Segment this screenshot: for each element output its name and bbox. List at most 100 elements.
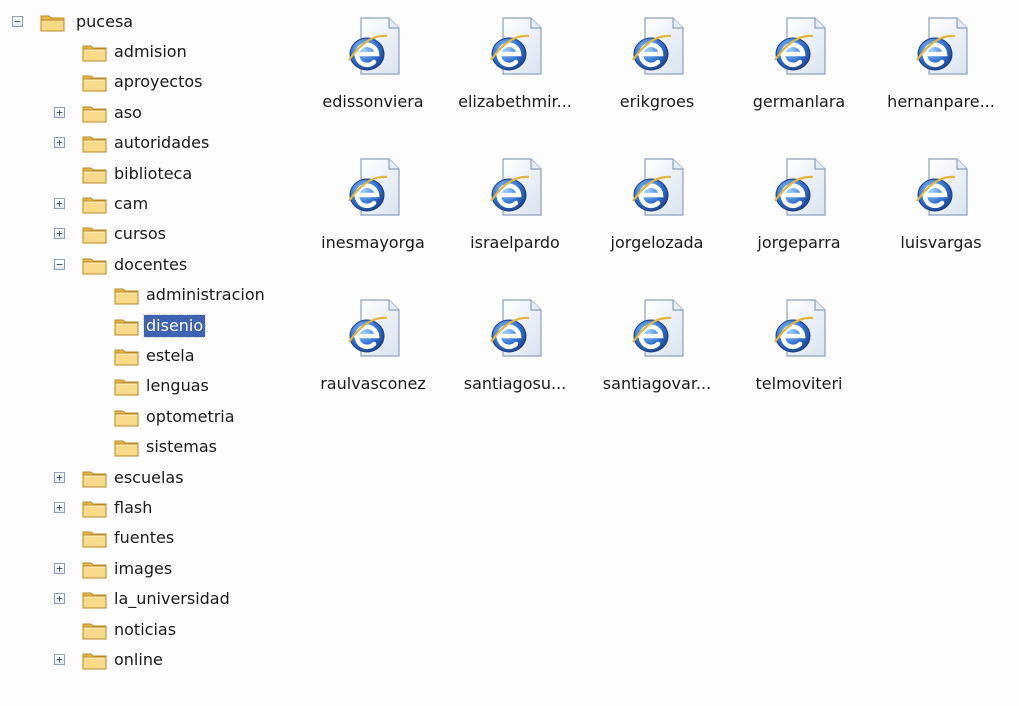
internet-explorer-document-icon bbox=[627, 16, 687, 78]
internet-explorer-document-icon bbox=[485, 16, 545, 78]
expand-icon[interactable]: + bbox=[54, 472, 65, 483]
expand-icon[interactable]: + bbox=[54, 654, 65, 665]
tree-label-sistemas: sistemas bbox=[146, 437, 217, 456]
expand-icon[interactable]: + bbox=[54, 593, 65, 604]
tree-label-aproyectos: aproyectos bbox=[114, 72, 203, 91]
folder-icon bbox=[82, 255, 108, 275]
folder-icon bbox=[82, 133, 108, 153]
file-browser: − pucesa admision aproyectos + aso + autorida… bbox=[0, 0, 1019, 706]
internet-explorer-document-icon bbox=[485, 298, 545, 360]
folder-open-icon bbox=[40, 12, 66, 32]
file-label: jorgelozada bbox=[610, 233, 704, 252]
tree-label-pucesa: pucesa bbox=[76, 12, 134, 31]
tree-node-cam[interactable]: + cam bbox=[0, 190, 300, 218]
file-item[interactable]: edissonviera bbox=[300, 8, 446, 123]
tree-node-optometria[interactable]: optometria bbox=[0, 403, 300, 431]
tree-label-estela: estela bbox=[146, 346, 195, 365]
folder-icon bbox=[82, 72, 108, 92]
internet-explorer-document-icon bbox=[627, 157, 687, 219]
internet-explorer-document-icon bbox=[911, 16, 971, 78]
file-label: hernanpare... bbox=[887, 92, 995, 111]
file-item[interactable]: telmoviteri bbox=[726, 290, 872, 405]
file-label: israelpardo bbox=[470, 233, 560, 252]
expand-icon[interactable]: + bbox=[54, 228, 65, 239]
internet-explorer-document-icon bbox=[627, 298, 687, 360]
folder-icon bbox=[114, 437, 140, 457]
folder-icon bbox=[82, 224, 108, 244]
tree-node-admision[interactable]: admision bbox=[0, 38, 300, 66]
file-item[interactable]: luisvargas bbox=[868, 149, 1014, 264]
tree-node-aproyectos[interactable]: aproyectos bbox=[0, 68, 300, 96]
file-item[interactable]: germanlara bbox=[726, 8, 872, 123]
tree-label-online: online bbox=[114, 650, 163, 669]
file-item[interactable]: jorgelozada bbox=[584, 149, 730, 264]
tree-label-admision: admision bbox=[114, 42, 187, 61]
tree-node-disenio[interactable]: disenio bbox=[0, 312, 300, 340]
expand-icon[interactable]: + bbox=[54, 563, 65, 574]
collapse-icon[interactable]: − bbox=[54, 259, 65, 270]
tree-node-fuentes[interactable]: fuentes bbox=[0, 524, 300, 552]
folder-icon bbox=[114, 407, 140, 427]
folder-icon bbox=[82, 559, 108, 579]
file-label: inesmayorga bbox=[321, 233, 425, 252]
file-item[interactable]: santiagosu... bbox=[442, 290, 588, 405]
tree-label-lenguas: lenguas bbox=[146, 376, 209, 395]
tree-node-administracion[interactable]: administracion bbox=[0, 281, 300, 309]
expand-icon[interactable]: + bbox=[54, 198, 65, 209]
folder-tree: − pucesa admision aproyectos + aso + autorida… bbox=[0, 0, 300, 706]
tree-node-estela[interactable]: estela bbox=[0, 342, 300, 370]
tree-node-biblioteca[interactable]: biblioteca bbox=[0, 160, 300, 188]
file-label: germanlara bbox=[752, 92, 846, 111]
tree-label-docentes: docentes bbox=[114, 255, 188, 274]
file-item[interactable]: hernanpare... bbox=[868, 8, 1014, 123]
tree-node-autoridades[interactable]: + autoridades bbox=[0, 129, 300, 157]
expand-icon[interactable]: + bbox=[54, 107, 65, 118]
collapse-icon[interactable]: − bbox=[12, 16, 23, 27]
tree-node-cursos[interactable]: + cursos bbox=[0, 220, 300, 248]
tree-label-autoridades: autoridades bbox=[114, 133, 210, 152]
expand-icon[interactable]: + bbox=[54, 502, 65, 513]
tree-node-sistemas[interactable]: sistemas bbox=[0, 433, 300, 461]
tree-label-optometria: optometria bbox=[146, 407, 235, 426]
internet-explorer-document-icon bbox=[911, 157, 971, 219]
tree-node-la-universidad[interactable]: + la_universidad bbox=[0, 585, 300, 613]
folder-icon bbox=[82, 194, 108, 214]
file-label: santiagovar... bbox=[602, 374, 712, 393]
tree-node-pucesa[interactable]: − pucesa bbox=[0, 8, 300, 36]
tree-node-images[interactable]: + images bbox=[0, 555, 300, 583]
folder-icon bbox=[82, 650, 108, 670]
file-item[interactable]: santiagovar... bbox=[584, 290, 730, 405]
file-item[interactable]: inesmayorga bbox=[300, 149, 446, 264]
file-list: edissonviera elizabethmir... erikgroes germ… bbox=[300, 0, 1019, 706]
file-label: luisvargas bbox=[900, 233, 982, 252]
file-item[interactable]: elizabethmir... bbox=[442, 8, 588, 123]
tree-node-aso[interactable]: + aso bbox=[0, 99, 300, 127]
file-label: santiagosu... bbox=[463, 374, 567, 393]
file-label: erikgroes bbox=[619, 92, 695, 111]
file-item[interactable]: erikgroes bbox=[584, 8, 730, 123]
file-label: elizabethmir... bbox=[458, 92, 572, 111]
file-label: jorgeparra bbox=[757, 233, 841, 252]
folder-icon bbox=[82, 528, 108, 548]
file-item[interactable]: jorgeparra bbox=[726, 149, 872, 264]
folder-icon bbox=[114, 376, 140, 396]
expand-icon[interactable]: + bbox=[54, 137, 65, 148]
internet-explorer-document-icon bbox=[343, 16, 403, 78]
tree-node-docentes[interactable]: − docentes bbox=[0, 251, 300, 279]
internet-explorer-document-icon bbox=[769, 16, 829, 78]
tree-node-flash[interactable]: + flash bbox=[0, 494, 300, 522]
file-item[interactable]: raulvasconez bbox=[300, 290, 446, 405]
internet-explorer-document-icon bbox=[343, 298, 403, 360]
tree-node-escuelas[interactable]: + escuelas bbox=[0, 464, 300, 492]
tree-label-la-universidad: la_universidad bbox=[114, 589, 230, 608]
tree-node-noticias[interactable]: noticias bbox=[0, 616, 300, 644]
tree-label-administracion: administracion bbox=[146, 285, 265, 304]
tree-node-lenguas[interactable]: lenguas bbox=[0, 372, 300, 400]
folder-icon bbox=[114, 285, 140, 305]
tree-label-cursos: cursos bbox=[114, 224, 166, 243]
tree-node-online[interactable]: + online bbox=[0, 646, 300, 674]
tree-label-flash: flash bbox=[114, 498, 153, 517]
tree-label-cam: cam bbox=[114, 194, 149, 213]
file-item[interactable]: israelpardo bbox=[442, 149, 588, 264]
tree-label-escuelas: escuelas bbox=[114, 468, 184, 487]
